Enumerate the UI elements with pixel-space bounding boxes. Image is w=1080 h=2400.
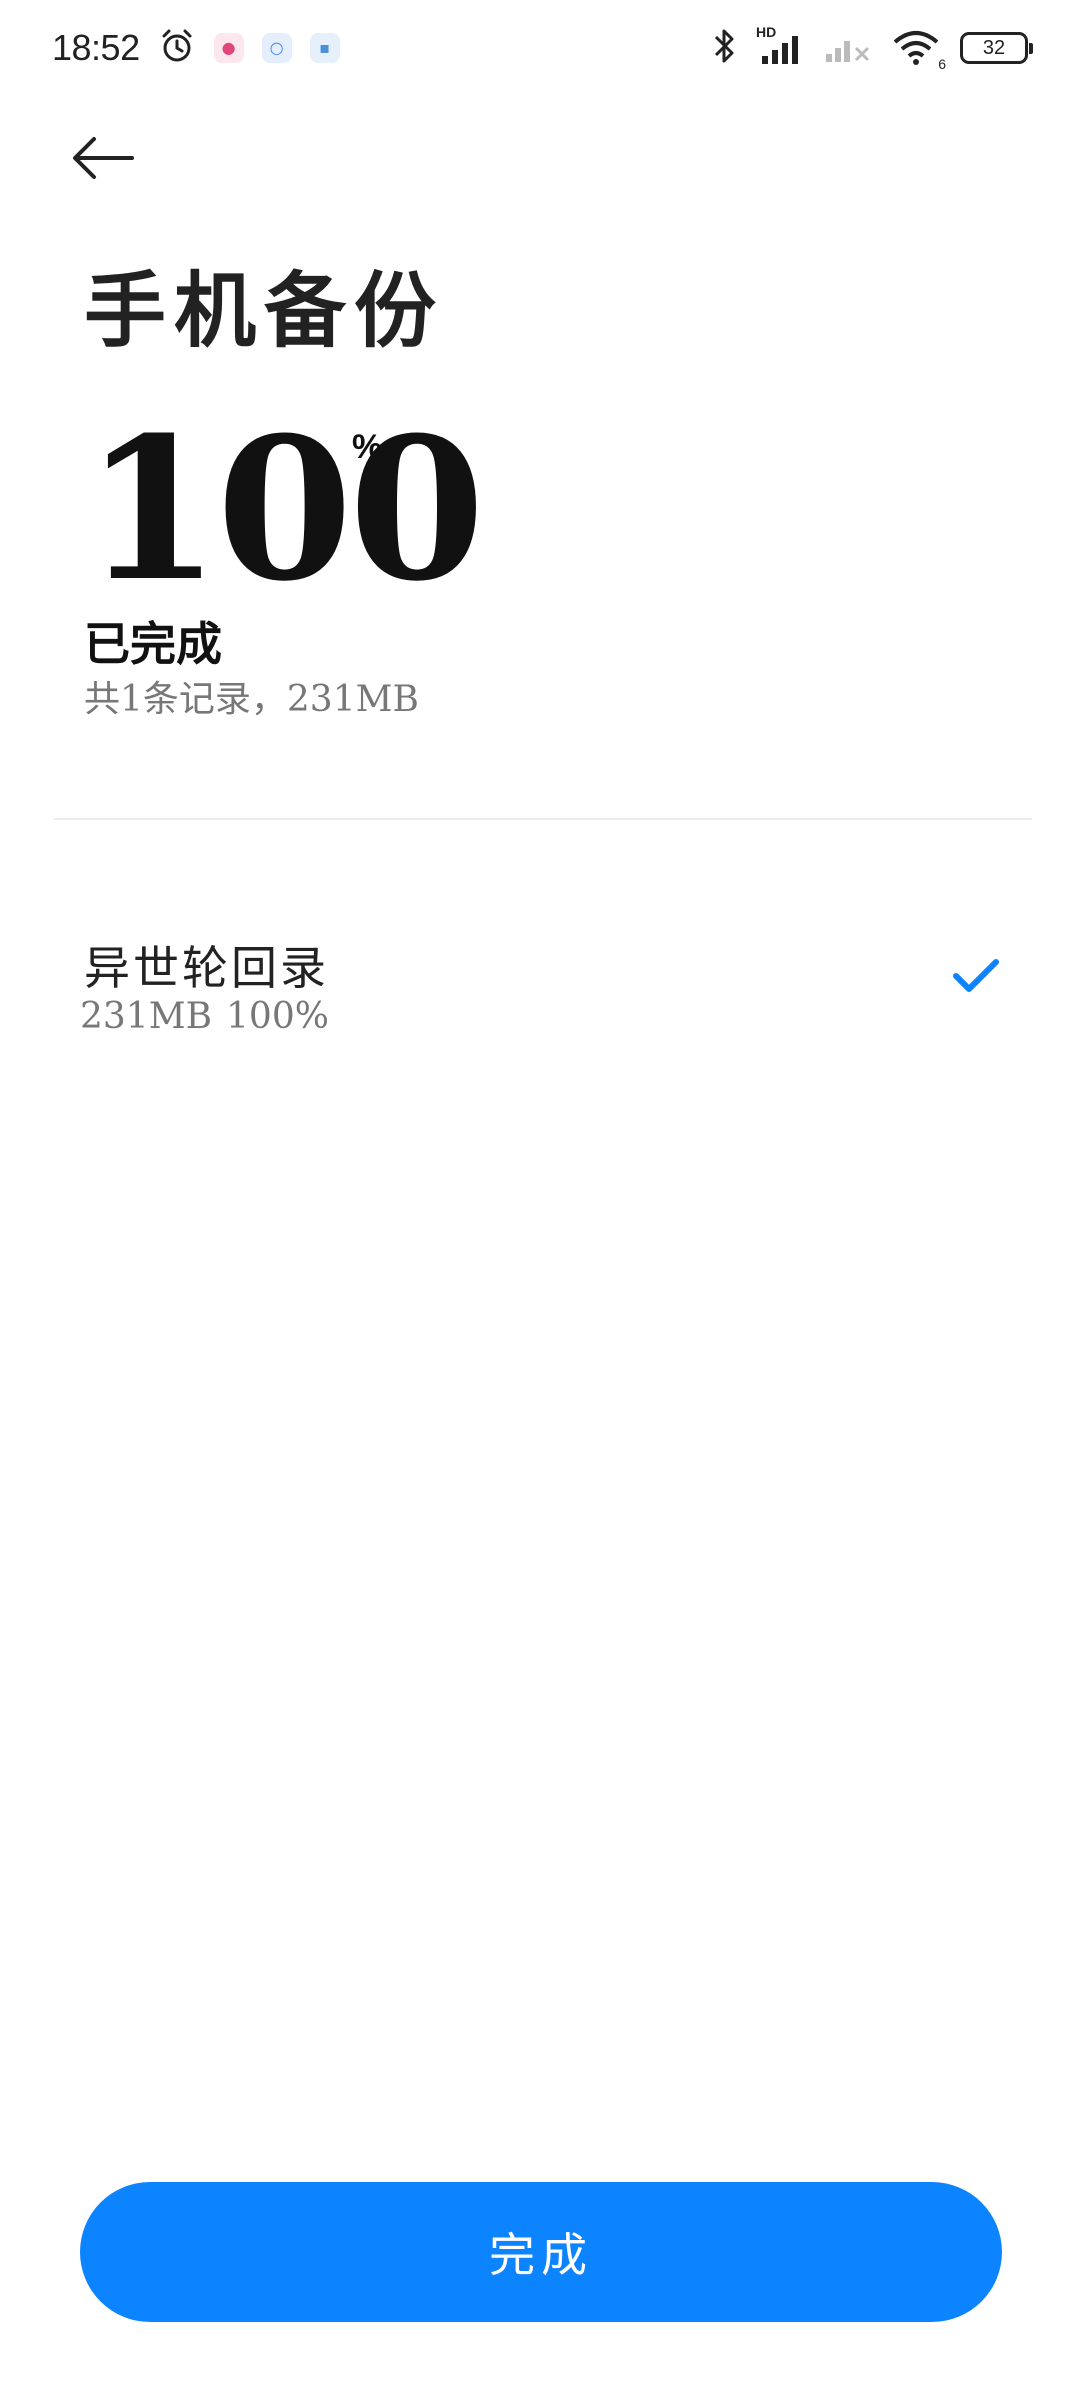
status-time: 18:52 xyxy=(52,27,140,68)
status-bar-left: 18:52 ● ○ ▪ xyxy=(52,27,340,69)
wifi-icon: 6 xyxy=(892,28,946,72)
battery-level: 32 xyxy=(982,36,1006,59)
signal-no-service-icon xyxy=(824,26,874,70)
checkmark-icon xyxy=(952,956,1000,996)
divider xyxy=(54,818,1032,820)
backup-status: 已完成 xyxy=(84,617,222,671)
screen: 18:52 ● ○ ▪ HD 6 32 手机备份 100 % 已完成 共1条记录… xyxy=(0,0,1080,2400)
back-button[interactable] xyxy=(70,128,150,192)
status-bar-right: HD 6 32 xyxy=(712,24,1033,72)
progress-unit: % xyxy=(352,428,383,466)
notification-app-icon: ● xyxy=(213,33,244,63)
item-size: 231MB xyxy=(80,996,213,1037)
battery-indicator: 32 xyxy=(960,32,1033,64)
item-percent: 100% xyxy=(226,996,329,1037)
notification-app-icon: ○ xyxy=(261,33,292,63)
bluetooth-icon xyxy=(712,26,738,70)
done-button[interactable]: 完成 xyxy=(80,2182,1002,2322)
backup-summary: 共1条记录，231MB xyxy=(84,679,419,720)
progress-display: 100 % xyxy=(84,395,485,625)
alarm-icon xyxy=(158,27,196,69)
progress-value: 100 xyxy=(84,395,485,625)
wifi-badge: 6 xyxy=(938,56,946,72)
page-title: 手机备份 xyxy=(84,263,445,359)
notification-chat-icon: ▪ xyxy=(309,33,340,63)
item-title: 异世轮回录 xyxy=(84,941,329,995)
item-details: 231MB 100% xyxy=(80,996,329,1037)
back-arrow-icon xyxy=(70,135,136,185)
list-item[interactable]: 异世轮回录 231MB 100% xyxy=(80,920,1010,1050)
signal-hd-icon: HD xyxy=(756,24,806,68)
status-bar: 18:52 ● ○ ▪ HD 6 32 xyxy=(0,0,1080,96)
